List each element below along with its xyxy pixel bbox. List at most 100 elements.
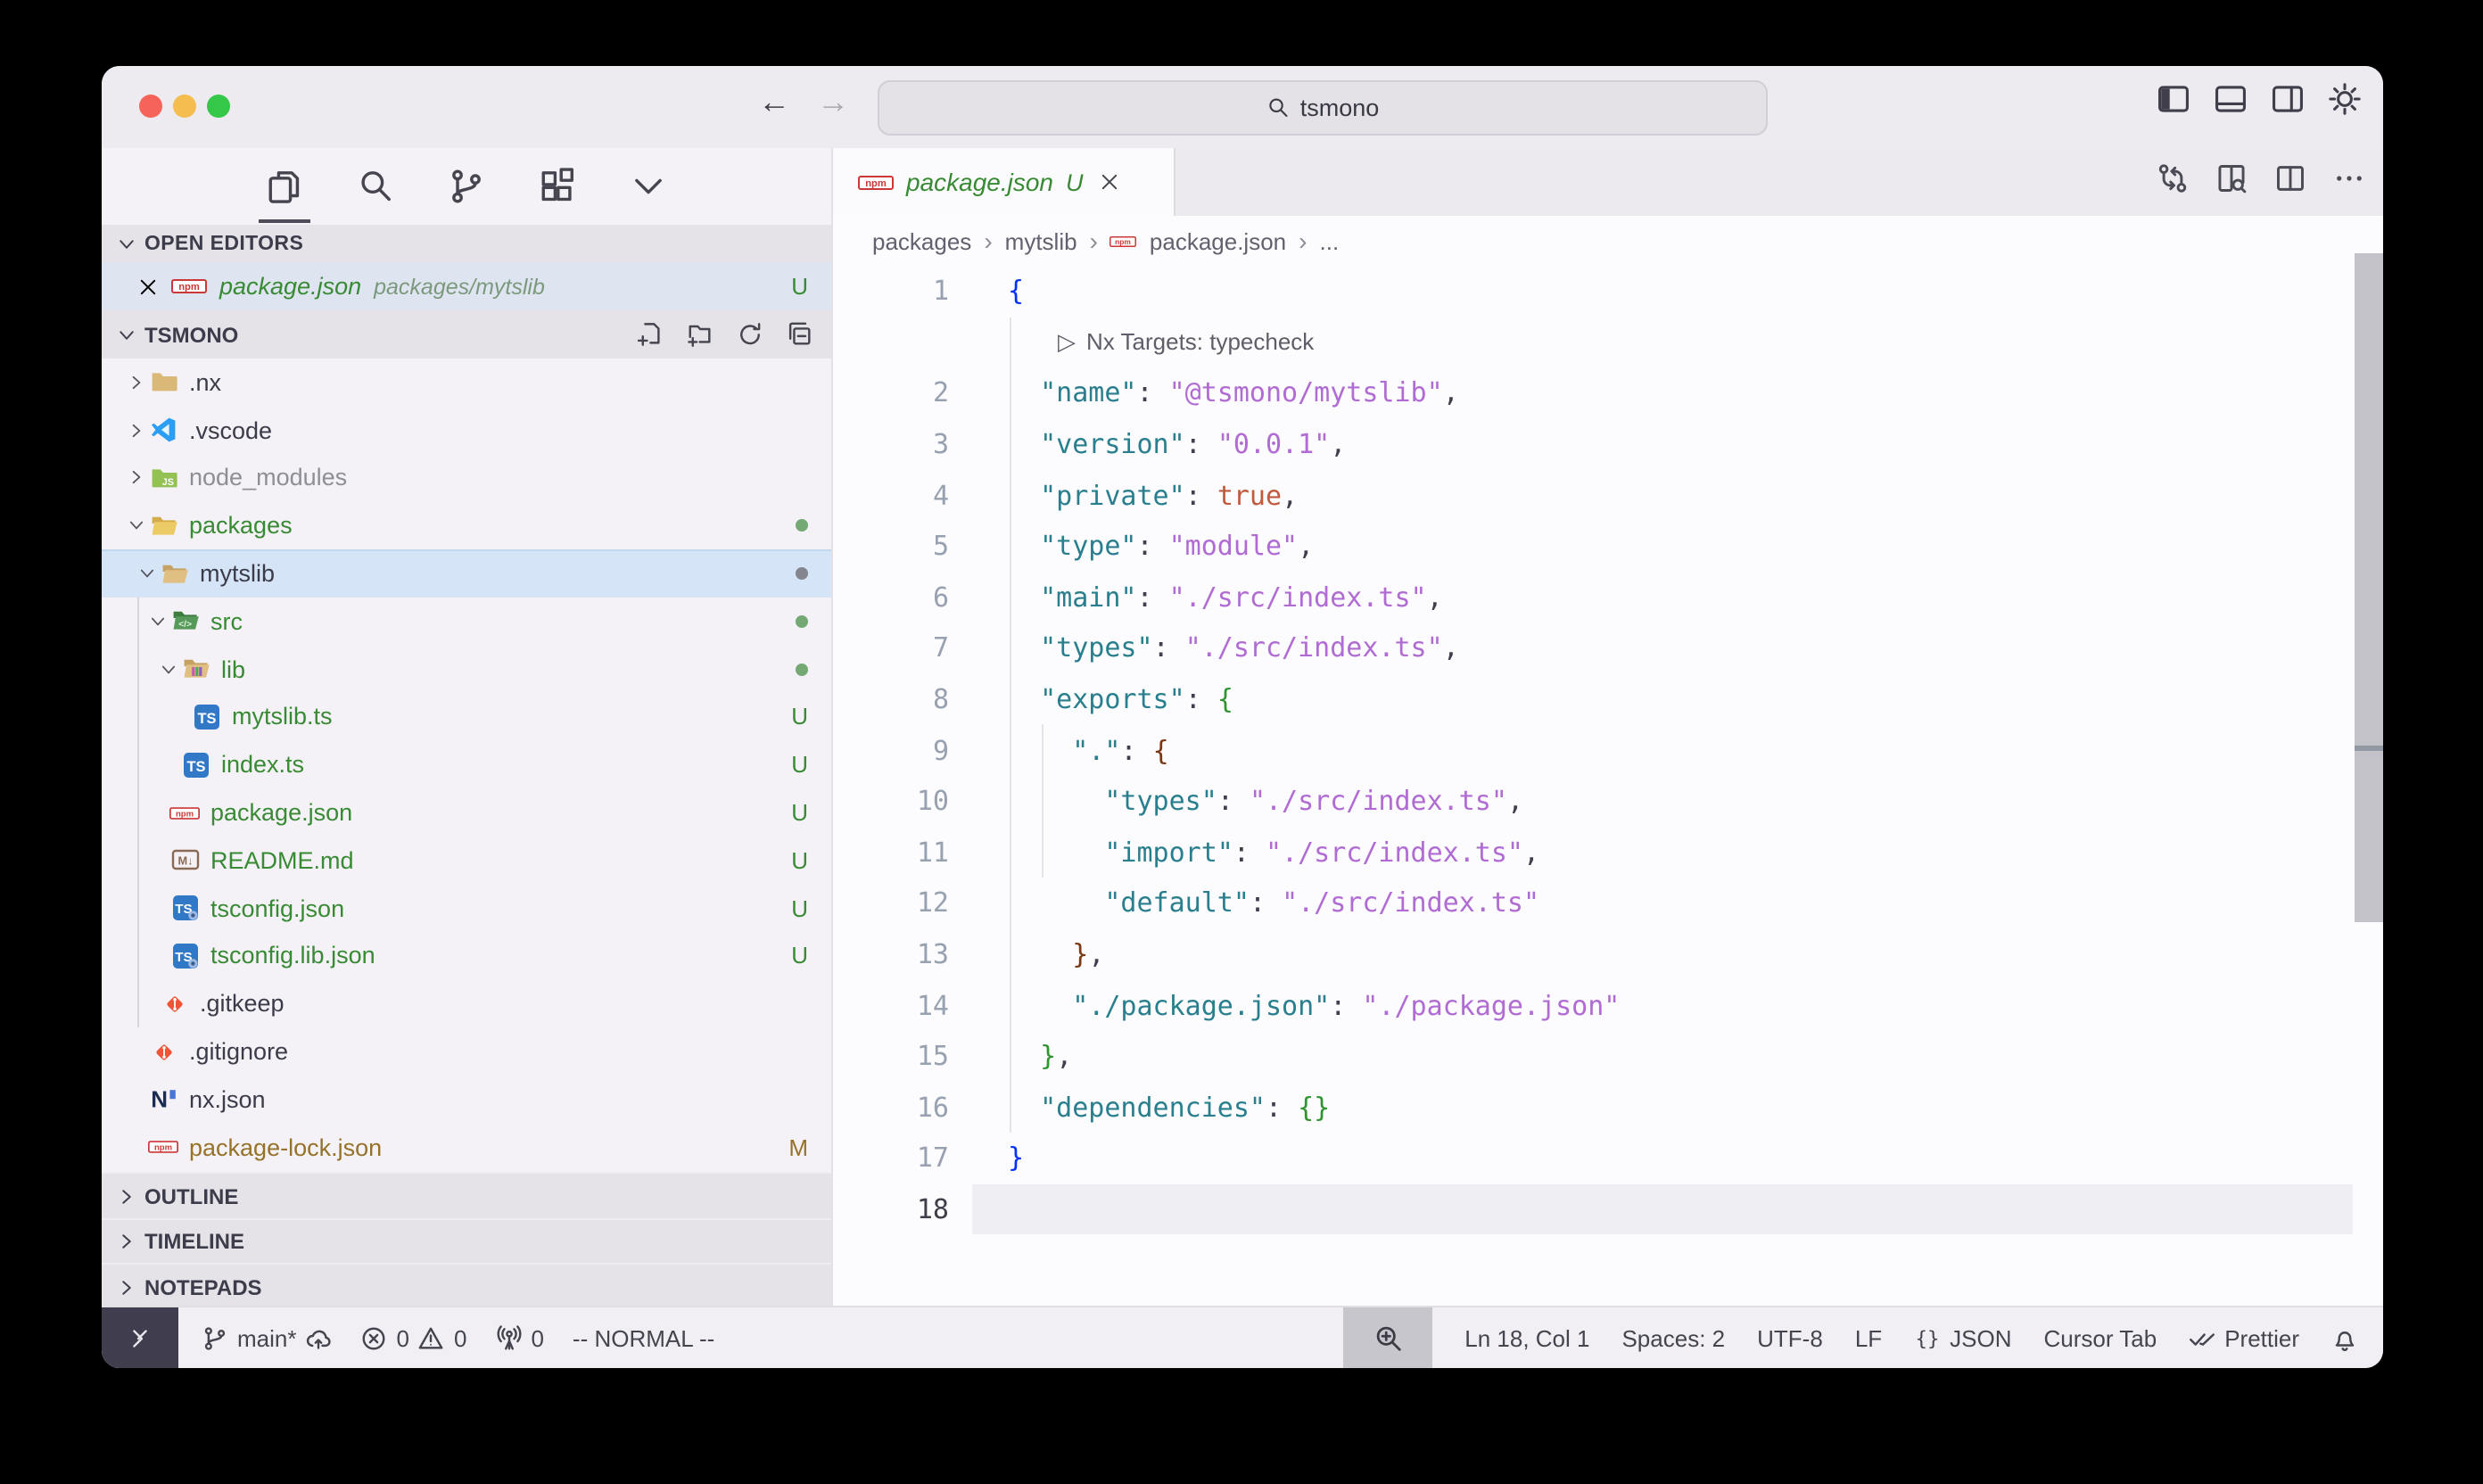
- navigate-forward-button[interactable]: →: [812, 84, 854, 121]
- editor-scrollbar[interactable]: [2355, 253, 2383, 922]
- status-item-cursor-tab[interactable]: Cursor Tab: [2044, 1324, 2157, 1351]
- tree-item-.gitignore[interactable]: .gitignore: [102, 1027, 831, 1076]
- code-line-1[interactable]: 1{: [833, 266, 2383, 317]
- tree-item-README.md[interactable]: M↓README.mdU: [102, 837, 831, 885]
- tree-item-tsconfig.lib.json[interactable]: TStsconfig.lib.jsonU: [102, 932, 831, 980]
- activity-item-more-views[interactable]: [626, 161, 671, 212]
- sidebar-section-outline[interactable]: OUTLINE: [102, 1172, 831, 1219]
- sidebar-section-timeline[interactable]: TIMELINE: [102, 1217, 831, 1265]
- activity-item-search[interactable]: [353, 161, 398, 212]
- new-file-icon[interactable]: [637, 321, 664, 348]
- tab-label: package.json: [906, 168, 1053, 196]
- close-window-button[interactable]: [139, 95, 162, 118]
- open-changes-icon[interactable]: [2215, 162, 2248, 194]
- minimize-window-button[interactable]: [173, 95, 196, 118]
- status-item-lf[interactable]: LF: [1855, 1324, 1882, 1351]
- tree-item-mytslib.ts[interactable]: TSmytslib.tsU: [102, 693, 831, 741]
- toggle-panel-icon[interactable]: [2214, 82, 2248, 116]
- tree-item-src[interactable]: </>src: [102, 598, 831, 646]
- compare-changes-icon[interactable]: [2157, 162, 2189, 194]
- status-item-bell[interactable]: [2331, 1324, 2358, 1351]
- status-item-0[interactable]: 0: [495, 1324, 543, 1351]
- tree-item-package.json[interactable]: npmpackage.jsonU: [102, 788, 831, 837]
- new-folder-icon[interactable]: [687, 321, 714, 348]
- open-editor-item[interactable]: npm package.json packages/mytslib U: [102, 262, 831, 310]
- tree-item-.nx[interactable]: .nx: [102, 359, 831, 407]
- code-line-16[interactable]: 16 "dependencies": {}: [833, 1082, 2383, 1133]
- status-item-spaces-2[interactable]: Spaces: 2: [1621, 1324, 1725, 1351]
- code-line-15[interactable]: 15 },: [833, 1031, 2383, 1082]
- maximize-window-button[interactable]: [207, 95, 230, 118]
- explorer-actions: [637, 321, 813, 348]
- remote-indicator[interactable]: [102, 1307, 178, 1368]
- code-line-8[interactable]: 8 "exports": {: [833, 674, 2383, 725]
- tree-item-.vscode[interactable]: .vscode: [102, 407, 831, 455]
- code-line-11[interactable]: 11 "import": "./src/index.ts",: [833, 827, 2383, 878]
- close-icon[interactable]: [137, 276, 159, 297]
- zoom-indicator[interactable]: [1343, 1307, 1432, 1368]
- code-line-5[interactable]: 5 "type": "module",: [833, 521, 2383, 572]
- status-label: Spaces: 2: [1621, 1324, 1725, 1351]
- status-item-main[interactable]: main*: [202, 1324, 333, 1351]
- tree-item-index.ts[interactable]: TSindex.tsU: [102, 741, 831, 789]
- open-editors-header[interactable]: OPEN EDITORS: [102, 225, 831, 262]
- code-line-17[interactable]: 17}: [833, 1133, 2383, 1183]
- status-item-normal[interactable]: -- NORMAL --: [573, 1324, 714, 1351]
- status-item-0[interactable]: 00: [361, 1324, 467, 1351]
- status-item-utf-8[interactable]: UTF-8: [1757, 1324, 1823, 1351]
- breadcrumb-item[interactable]: ...: [1320, 227, 1340, 254]
- status-item-prettier[interactable]: Prettier: [2189, 1324, 2299, 1351]
- svg-text:</>: </>: [177, 621, 191, 631]
- tree-item-nx.json[interactable]: Nnx.json: [102, 1076, 831, 1124]
- section-title: NOTEPADS: [144, 1275, 262, 1300]
- code-line-13[interactable]: 13 },: [833, 928, 2383, 979]
- sidebar-section-notepads[interactable]: NOTEPADS: [102, 1263, 831, 1310]
- tab-package-json[interactable]: npm package.json U: [833, 148, 1176, 216]
- toggle-primary-sidebar-icon[interactable]: [2157, 82, 2190, 116]
- tree-item-.gitkeep[interactable]: .gitkeep: [102, 980, 831, 1028]
- code-line-10[interactable]: 10 "types": "./src/index.ts",: [833, 776, 2383, 827]
- breadcrumb-item[interactable]: package.json: [1150, 227, 1286, 254]
- tree-item-package-lock.json[interactable]: npmpackage-lock.jsonM: [102, 1124, 831, 1172]
- status-item-json[interactable]: {}JSON: [1914, 1324, 2011, 1351]
- code-line-6[interactable]: 6 "main": "./src/index.ts",: [833, 572, 2383, 622]
- tsconfig-icon: TS: [169, 941, 200, 971]
- problems-dot: [796, 615, 808, 628]
- code-line-7[interactable]: 7 "types": "./src/index.ts",: [833, 622, 2383, 673]
- problems-dot: [796, 663, 808, 675]
- command-center-search[interactable]: tsmono: [878, 80, 1768, 136]
- collapse-all-icon[interactable]: [787, 321, 813, 348]
- more-actions-icon[interactable]: [2333, 162, 2365, 194]
- chevron-right-icon: [116, 1232, 137, 1253]
- line-number: 6: [833, 581, 1008, 614]
- refresh-icon[interactable]: [737, 321, 763, 348]
- status-item-ln-18-col-1[interactable]: Ln 18, Col 1: [1464, 1324, 1589, 1351]
- folder-open-yellow-icon: [148, 511, 178, 541]
- code-line-3[interactable]: 3 "version": "0.0.1",: [833, 419, 2383, 470]
- tree-item-mytslib[interactable]: mytslib: [102, 549, 831, 598]
- breadcrumb-item[interactable]: packages: [872, 227, 971, 254]
- navigate-back-button[interactable]: ←: [753, 84, 796, 121]
- code-line-2[interactable]: 2 "name": "@tsmono/mytslib",: [833, 367, 2383, 418]
- code-line-18[interactable]: 18: [833, 1183, 2383, 1234]
- code-editor[interactable]: 1{▷Nx Targets: typecheck2 "name": "@tsmo…: [833, 266, 2383, 1307]
- codelens-nx-targets[interactable]: ▷Nx Targets: typecheck: [833, 317, 2383, 367]
- tree-item-packages[interactable]: packages: [102, 502, 831, 550]
- tree-item-node-modules[interactable]: JSnode_modules: [102, 454, 831, 502]
- activity-item-explorer[interactable]: [262, 161, 307, 212]
- split-editor-icon[interactable]: [2274, 162, 2306, 194]
- code-line-9[interactable]: 9 ".": {: [833, 725, 2383, 776]
- settings-gear-icon[interactable]: [2328, 82, 2362, 116]
- code-line-14[interactable]: 14 "./package.json": "./package.json": [833, 980, 2383, 1031]
- tree-item-tsconfig.json[interactable]: TStsconfig.jsonU: [102, 885, 831, 933]
- activity-item-source-control[interactable]: [444, 161, 489, 212]
- activity-item-extensions[interactable]: [535, 161, 580, 212]
- code-line-12[interactable]: 12 "default": "./src/index.ts": [833, 878, 2383, 928]
- toggle-secondary-sidebar-icon[interactable]: [2271, 82, 2305, 116]
- tree-item-lib[interactable]: lib: [102, 646, 831, 694]
- breadcrumb-separator: ›: [984, 227, 992, 255]
- close-tab-icon[interactable]: [1100, 171, 1121, 193]
- breadcrumb-item[interactable]: mytslib: [1005, 227, 1077, 254]
- explorer-section-header[interactable]: TSMONO: [102, 310, 831, 359]
- code-line-4[interactable]: 4 "private": true,: [833, 470, 2383, 521]
